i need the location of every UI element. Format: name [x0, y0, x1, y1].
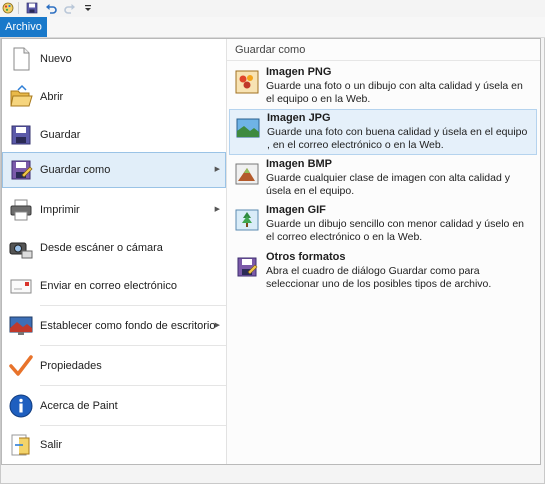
- menu-divider: [40, 385, 226, 386]
- open-folder-icon: [10, 84, 33, 107]
- tab-archivo[interactable]: Archivo: [0, 17, 47, 37]
- menu-item-label: Salir: [40, 439, 63, 451]
- new-document-icon: [13, 47, 30, 71]
- menu-item-nuevo[interactable]: Nuevo: [2, 41, 226, 77]
- menu-item-guardar-como[interactable]: Guardar como ▶: [2, 152, 226, 188]
- menu-item-abrir[interactable]: Abrir: [2, 79, 226, 115]
- menu-commands: Nuevo Abrir Guardar Guardar como ▶ Impri…: [2, 39, 226, 464]
- save-as-other-formats-icon: [237, 257, 258, 277]
- save-icon[interactable]: [26, 2, 38, 14]
- exit-icon: [11, 434, 30, 456]
- menu-item-label: Imprimir: [40, 204, 80, 216]
- desktop-background-icon: [9, 316, 33, 335]
- option-description: Guarde un dibujo sencillo con menor cali…: [266, 218, 524, 243]
- info-icon: [9, 394, 33, 418]
- option-title: Imagen PNG: [266, 66, 332, 78]
- option-description: Guarde una foto o un dibujo con alta cal…: [266, 80, 523, 105]
- save-disk-icon: [11, 125, 31, 145]
- submenu-arrow-icon: ▶: [214, 322, 220, 329]
- redo-icon[interactable]: [64, 2, 76, 14]
- option-description: Abra el cuadro de diálogo Guardar como p…: [266, 265, 492, 290]
- paint-app-icon[interactable]: [2, 2, 14, 14]
- menu-item-fondo-escritorio[interactable]: Establecer como fondo de escritorio ▶: [2, 308, 226, 344]
- file-menu: Nuevo Abrir Guardar Guardar como ▶ Impri…: [1, 38, 541, 465]
- option-jpg[interactable]: Imagen JPG Guarde una foto con buena cal…: [229, 109, 537, 155]
- ribbon-tab-bar: Archivo: [0, 17, 545, 38]
- menu-item-label: Enviar en correo electrónico: [40, 280, 177, 292]
- save-as-panel: Guardar como Imagen PNG Guarde una foto …: [227, 39, 540, 464]
- option-title: Imagen GIF: [266, 204, 326, 216]
- checkmark-icon: [9, 355, 33, 376]
- menu-item-label: Abrir: [40, 91, 64, 103]
- save-as-icon: [11, 160, 33, 180]
- gif-image-icon: [235, 209, 259, 231]
- undo-icon[interactable]: [45, 2, 57, 14]
- submenu-arrow-icon: ▶: [214, 206, 220, 213]
- menu-divider: [40, 345, 226, 346]
- bmp-image-icon: [235, 163, 259, 185]
- png-image-icon: [235, 70, 259, 94]
- menu-item-guardar[interactable]: Guardar: [2, 117, 226, 153]
- menu-item-propiedades[interactable]: Propiedades: [2, 348, 226, 384]
- option-otros-formatos[interactable]: Otros formatos Abra el cuadro de diálogo…: [229, 249, 537, 295]
- menu-divider: [40, 425, 226, 426]
- option-title: Imagen BMP: [266, 158, 333, 170]
- menu-item-label: Guardar como: [40, 164, 111, 176]
- option-png[interactable]: Imagen PNG Guarde una foto o un dibujo c…: [229, 64, 537, 110]
- toolbar-divider: [18, 2, 19, 14]
- menu-item-enviar-correo[interactable]: Enviar en correo electrónico: [2, 268, 226, 304]
- jpg-image-icon: [236, 118, 260, 138]
- panel-heading: Guardar como: [227, 39, 540, 61]
- menu-item-label: Acerca de Paint: [40, 400, 118, 412]
- menu-item-escaner-camara[interactable]: Desde escáner o cámara: [2, 230, 226, 266]
- menu-item-label: Nuevo: [40, 53, 72, 65]
- option-description: Guarde cualquier clase de imagen con alt…: [266, 172, 510, 197]
- option-title: Imagen JPG: [267, 112, 331, 124]
- menu-item-label: Desde escáner o cámara: [40, 242, 163, 254]
- menu-item-acerca-de[interactable]: Acerca de Paint: [2, 388, 226, 424]
- menu-divider: [40, 305, 226, 306]
- option-title: Otros formatos: [266, 251, 346, 263]
- email-envelope-icon: [10, 279, 32, 294]
- option-bmp[interactable]: Imagen BMP Guarde cualquier clase de ima…: [229, 156, 537, 202]
- scanner-camera-icon: [9, 242, 33, 259]
- menu-item-label: Guardar: [40, 129, 81, 141]
- menu-item-label: Propiedades: [40, 360, 102, 372]
- option-description: Guarde una foto con buena calidad y úsel…: [267, 126, 528, 151]
- quick-access-toolbar: [0, 0, 545, 17]
- customize-toolbar-icon[interactable]: [82, 2, 94, 14]
- menu-item-imprimir[interactable]: Imprimir ▶: [2, 192, 226, 228]
- option-gif[interactable]: Imagen GIF Guarde un dibujo sencillo con…: [229, 202, 537, 248]
- menu-item-salir[interactable]: Salir: [2, 427, 226, 463]
- printer-icon: [10, 199, 32, 221]
- menu-item-label: Establecer como fondo de escritorio: [40, 320, 216, 332]
- submenu-arrow-icon: ▶: [214, 166, 220, 173]
